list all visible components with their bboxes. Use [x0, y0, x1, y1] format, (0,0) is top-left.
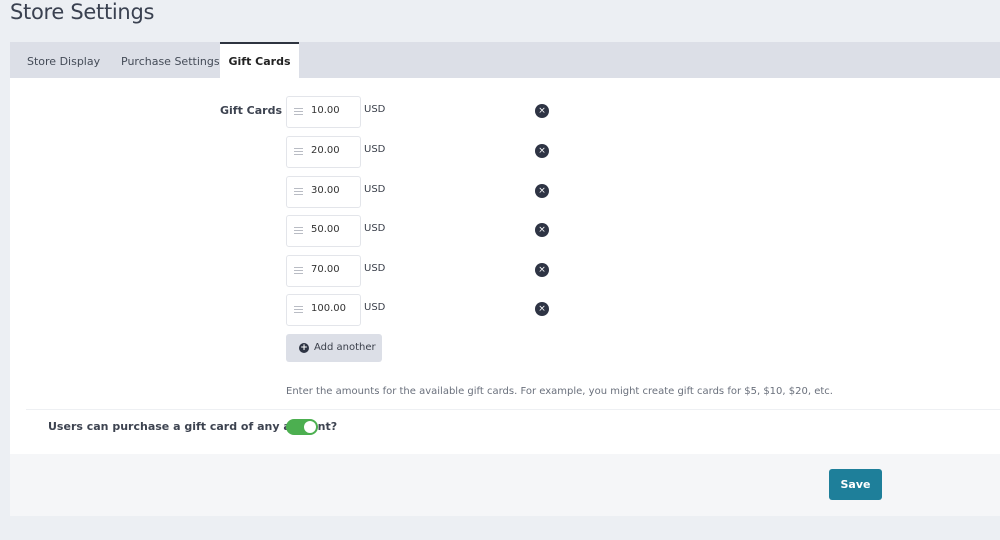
close-icon: ×: [538, 304, 546, 314]
gift-card-row: USD ×: [286, 136, 566, 168]
drag-handle-icon[interactable]: [294, 108, 303, 116]
save-button[interactable]: Save: [829, 469, 882, 500]
currency-label: USD: [364, 263, 386, 274]
amount-field: [286, 176, 361, 208]
currency-label: USD: [364, 223, 386, 234]
remove-amount-button[interactable]: ×: [535, 302, 549, 316]
currency-label: USD: [364, 302, 386, 313]
currency-label: USD: [364, 144, 386, 155]
gift-card-row: USD ×: [286, 294, 566, 326]
amount-input[interactable]: [311, 224, 359, 235]
amount-field: [286, 136, 361, 168]
tab-bar: Store Display Purchase Settings Gift Car…: [10, 42, 1000, 78]
tab-store-display[interactable]: Store Display: [27, 42, 100, 78]
close-icon: ×: [538, 225, 546, 235]
footer: Save: [10, 454, 1000, 516]
remove-amount-button[interactable]: ×: [535, 104, 549, 118]
amount-field: [286, 294, 361, 326]
remove-amount-button[interactable]: ×: [535, 144, 549, 158]
remove-amount-button[interactable]: ×: [535, 223, 549, 237]
amount-input[interactable]: [311, 264, 359, 275]
remove-amount-button[interactable]: ×: [535, 184, 549, 198]
gift-cards-label: Gift Cards: [220, 104, 283, 117]
close-icon: ×: [538, 186, 546, 196]
drag-handle-icon[interactable]: [294, 306, 303, 314]
drag-handle-icon[interactable]: [294, 267, 303, 275]
close-icon: ×: [538, 106, 546, 116]
any-amount-toggle[interactable]: [286, 419, 318, 435]
amount-input[interactable]: [311, 185, 359, 196]
remove-amount-button[interactable]: ×: [535, 263, 549, 277]
currency-label: USD: [364, 104, 386, 115]
gift-card-row: USD ×: [286, 215, 566, 247]
gift-card-row: USD ×: [286, 255, 566, 287]
amount-field: [286, 255, 361, 287]
toggle-knob: [304, 421, 316, 433]
close-icon: ×: [538, 146, 546, 156]
gift-card-row: USD ×: [286, 176, 566, 208]
plus-circle-icon: +: [299, 343, 309, 353]
drag-handle-icon[interactable]: [294, 188, 303, 196]
add-another-button[interactable]: + Add another: [286, 334, 382, 362]
gift-cards-content: Gift Cards USD × USD × USD ×: [10, 78, 1000, 454]
currency-label: USD: [364, 184, 386, 195]
divider: [26, 409, 1000, 410]
help-text: Enter the amounts for the available gift…: [286, 386, 833, 397]
add-another-label: Add another: [314, 342, 376, 353]
tab-purchase-settings[interactable]: Purchase Settings: [121, 42, 220, 78]
close-icon: ×: [538, 265, 546, 275]
settings-panel: Store Display Purchase Settings Gift Car…: [10, 42, 1000, 516]
amount-input[interactable]: [311, 303, 359, 314]
amount-input[interactable]: [311, 145, 359, 156]
gift-card-row: USD ×: [286, 96, 566, 128]
drag-handle-icon[interactable]: [294, 148, 303, 156]
page-title: Store Settings: [10, 0, 155, 24]
amount-field: [286, 96, 361, 128]
amount-field: [286, 215, 361, 247]
amount-input[interactable]: [311, 105, 359, 116]
tab-gift-cards[interactable]: Gift Cards: [220, 42, 299, 78]
drag-handle-icon[interactable]: [294, 227, 303, 235]
